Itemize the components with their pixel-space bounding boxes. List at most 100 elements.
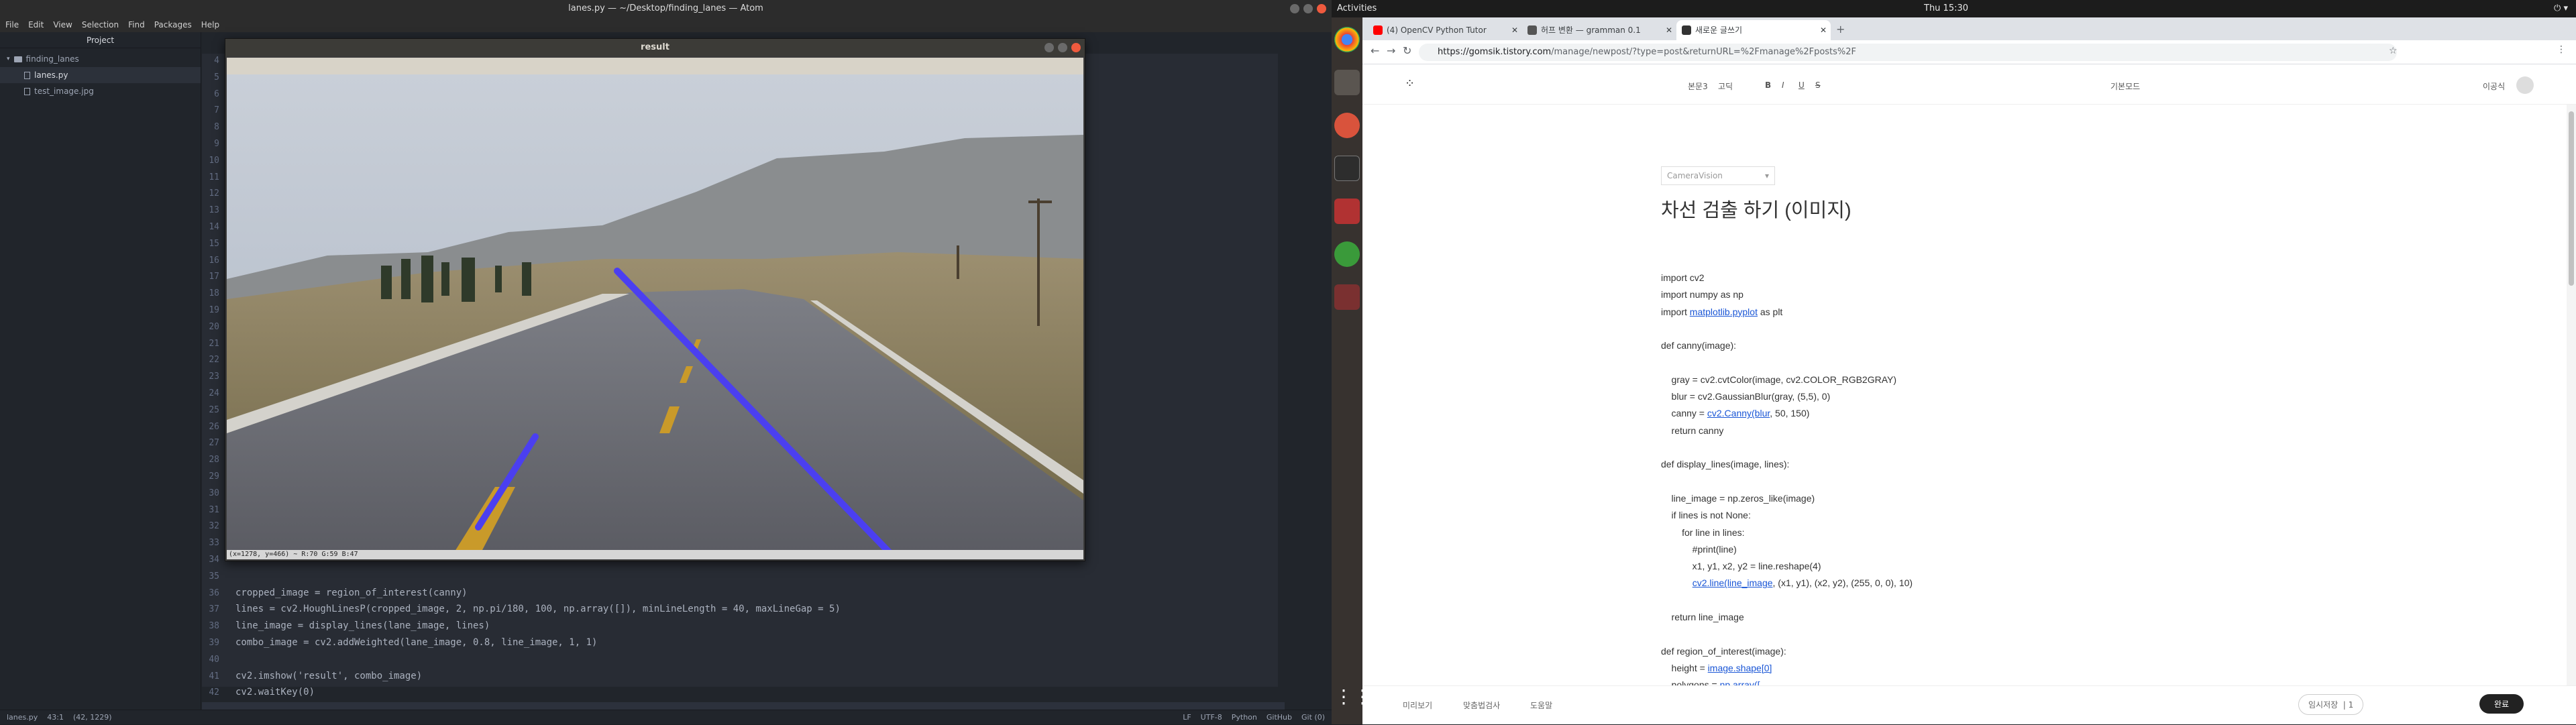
show-apps-icon[interactable]: ⋮⋮ bbox=[1334, 684, 1372, 710]
status-cursor[interactable]: 43:1 bbox=[47, 710, 64, 725]
code-line[interactable]: line_image = display_lines(lane_image, l… bbox=[235, 620, 490, 631]
menu-selection[interactable]: Selection bbox=[82, 17, 119, 32]
close-icon[interactable] bbox=[1317, 4, 1326, 13]
post-link[interactable]: np.array([ bbox=[1720, 679, 1760, 685]
post-line[interactable]: if lines is not None: bbox=[1661, 510, 1751, 520]
preview-button[interactable]: 미리보기 bbox=[1403, 700, 1432, 711]
toolbar-strike[interactable]: S bbox=[1815, 80, 1821, 90]
system-menu-icon[interactable]: ⏻ ▾ bbox=[2554, 0, 2568, 17]
reload-icon[interactable]: ↻ bbox=[1403, 44, 1411, 57]
toolbar-mode[interactable]: 기본모드 bbox=[2110, 80, 2140, 92]
bookmark-star-icon[interactable]: ☆ bbox=[2389, 46, 2398, 56]
doc-scrollbar[interactable] bbox=[2567, 105, 2576, 685]
menu-packages[interactable]: Packages bbox=[154, 17, 192, 32]
post-line[interactable]: x1, y1, x2, y2 = line.reshape(4) bbox=[1661, 561, 1821, 571]
status-line-ending[interactable]: LF bbox=[1183, 710, 1191, 725]
menu-file[interactable]: File bbox=[5, 17, 19, 32]
menu-help[interactable]: Help bbox=[201, 17, 219, 32]
post-line[interactable]: #print(line) bbox=[1661, 544, 1737, 555]
spellcheck-button[interactable]: 맞춤법검사 bbox=[1463, 700, 1500, 711]
result-window[interactable]: result (x=1278, y=466) ~ R:70 G:59 B:47 bbox=[225, 38, 1085, 561]
chrome-icon[interactable] bbox=[1334, 27, 1360, 52]
result-app-icon[interactable] bbox=[1334, 284, 1360, 310]
atom-icon[interactable] bbox=[1334, 241, 1360, 267]
minimize-icon[interactable] bbox=[1044, 43, 1054, 52]
maximize-icon[interactable] bbox=[1058, 43, 1067, 52]
forward-icon[interactable]: → bbox=[1387, 44, 1395, 57]
maximize-icon[interactable] bbox=[1303, 4, 1313, 13]
tree-folder[interactable]: ▾ finding_lanes bbox=[0, 51, 201, 67]
save-draft-button[interactable]: 임시저장 | 1 bbox=[2298, 694, 2364, 715]
post-link[interactable]: cv2.line(line_image bbox=[1693, 577, 1773, 588]
post-line[interactable]: def region_of_interest(image): bbox=[1661, 646, 1786, 657]
menu-view[interactable]: View bbox=[53, 17, 72, 32]
project-tab[interactable]: Project bbox=[0, 32, 201, 48]
status-file[interactable]: lanes.py bbox=[7, 710, 38, 725]
post-link[interactable]: cv2.Canny(blur bbox=[1707, 408, 1770, 419]
help-button[interactable]: 도움말 bbox=[1530, 700, 1552, 711]
scroll-thumb[interactable] bbox=[2569, 111, 2574, 286]
toolbar-italic[interactable]: I bbox=[1782, 80, 1784, 90]
settings-gear-icon[interactable] bbox=[1334, 113, 1360, 138]
status-git[interactable]: Git (0) bbox=[1301, 710, 1325, 725]
tab-youtube[interactable]: (4) OpenCV Python Tutor ✕ bbox=[1368, 20, 1522, 40]
menu-find[interactable]: Find bbox=[128, 17, 145, 32]
tree-file-lanes[interactable]: lanes.py bbox=[0, 67, 201, 83]
minimize-icon[interactable] bbox=[1290, 4, 1299, 13]
files-icon[interactable] bbox=[1334, 70, 1360, 95]
close-icon[interactable]: ✕ bbox=[1820, 20, 1827, 40]
post-editor[interactable]: CameraVision ▾ 차선 검출 하기 (이미지) import cv2 i… bbox=[1362, 105, 2576, 685]
tree-file-image[interactable]: test_image.jpg bbox=[0, 83, 201, 99]
menu-kebab-icon[interactable]: ⋮ bbox=[2557, 44, 2566, 55]
post-line[interactable]: gray = cv2.cvtColor(image, cv2.COLOR_RGB… bbox=[1661, 374, 1896, 385]
post-line[interactable]: polygons = np.array([ bbox=[1661, 679, 1760, 685]
code-line[interactable]: combo_image = cv2.addWeighted(lane_image… bbox=[235, 637, 597, 648]
status-grammar[interactable]: Python bbox=[1232, 710, 1257, 725]
post-link[interactable]: image.shape[0] bbox=[1708, 663, 1772, 673]
post-line[interactable]: blur = cv2.GaussianBlur(gray, (5,5), 0) bbox=[1661, 391, 1831, 402]
status-encoding[interactable]: UTF-8 bbox=[1201, 710, 1222, 725]
user-name[interactable]: 이공식 bbox=[2483, 80, 2505, 92]
code-line[interactable]: cropped_image = region_of_interest(canny… bbox=[235, 588, 468, 598]
tistory-logo-icon[interactable]: ⁘ bbox=[1405, 76, 1415, 91]
post-line[interactable]: height = image.shape[0] bbox=[1661, 663, 1772, 673]
post-line[interactable]: return canny bbox=[1661, 425, 1724, 436]
code-line[interactable]: cv2.imshow('result', combo_image) bbox=[235, 671, 422, 681]
menu-edit[interactable]: Edit bbox=[28, 17, 44, 32]
close-icon[interactable]: ✕ bbox=[1511, 20, 1518, 40]
editor-scrollbar[interactable] bbox=[1278, 54, 1285, 687]
new-tab-icon[interactable]: + bbox=[1836, 23, 1845, 36]
code-line[interactable]: cv2.waitKey(0) bbox=[235, 687, 315, 698]
toolbar-bold[interactable]: B bbox=[1765, 80, 1771, 90]
post-title[interactable]: 차선 검출 하기 (이미지) bbox=[1661, 194, 1851, 223]
post-line[interactable]: cv2.line(line_image, (x1, y1), (x2, y2),… bbox=[1661, 577, 1913, 588]
post-line[interactable]: for line in lines: bbox=[1661, 527, 1744, 538]
close-icon[interactable] bbox=[1071, 43, 1081, 52]
post-line[interactable]: line_image = np.zeros_like(image) bbox=[1661, 493, 1815, 504]
terminal-icon[interactable] bbox=[1334, 156, 1360, 181]
tab-gramman[interactable]: 허프 변환 — gramman 0.1 ✕ bbox=[1522, 20, 1676, 40]
post-line[interactable]: import numpy as np bbox=[1661, 289, 1743, 300]
post-line[interactable]: return line_image bbox=[1661, 612, 1744, 622]
activities-button[interactable]: Activities bbox=[1337, 0, 1377, 17]
post-line[interactable]: canny = cv2.Canny(blur, 50, 150) bbox=[1661, 408, 1810, 419]
avatar[interactable] bbox=[2516, 76, 2534, 94]
category-select[interactable]: CameraVision ▾ bbox=[1661, 166, 1775, 185]
close-icon[interactable]: ✕ bbox=[1666, 20, 1672, 40]
status-github[interactable]: GitHub bbox=[1267, 710, 1292, 725]
code-line[interactable]: lines = cv2.HoughLinesP(cropped_image, 2… bbox=[235, 604, 841, 614]
toolbar-paragraph[interactable]: 본문3 bbox=[1688, 80, 1708, 92]
post-line[interactable]: def display_lines(image, lines): bbox=[1661, 459, 1789, 469]
toolbar-underline[interactable]: U bbox=[1799, 80, 1805, 90]
post-line[interactable]: import cv2 bbox=[1661, 272, 1705, 283]
back-icon[interactable]: ← bbox=[1371, 44, 1379, 57]
post-line[interactable]: def canny(image): bbox=[1661, 340, 1736, 351]
clock[interactable]: Thu 15:30 bbox=[1924, 0, 1968, 17]
post-line[interactable]: import matplotlib.pyplot as plt bbox=[1661, 306, 1782, 317]
tab-newpost[interactable]: 새로운 글쓰기 ✕ bbox=[1676, 20, 1831, 40]
post-link[interactable]: matplotlib.pyplot bbox=[1690, 306, 1758, 317]
url-input[interactable]: https://gomsik.tistory.com/manage/newpos… bbox=[1419, 44, 2397, 61]
toolbar-font[interactable]: 고딕 bbox=[1718, 80, 1733, 92]
publish-button[interactable]: 완료 bbox=[2479, 694, 2524, 714]
app-icon[interactable] bbox=[1334, 199, 1360, 224]
